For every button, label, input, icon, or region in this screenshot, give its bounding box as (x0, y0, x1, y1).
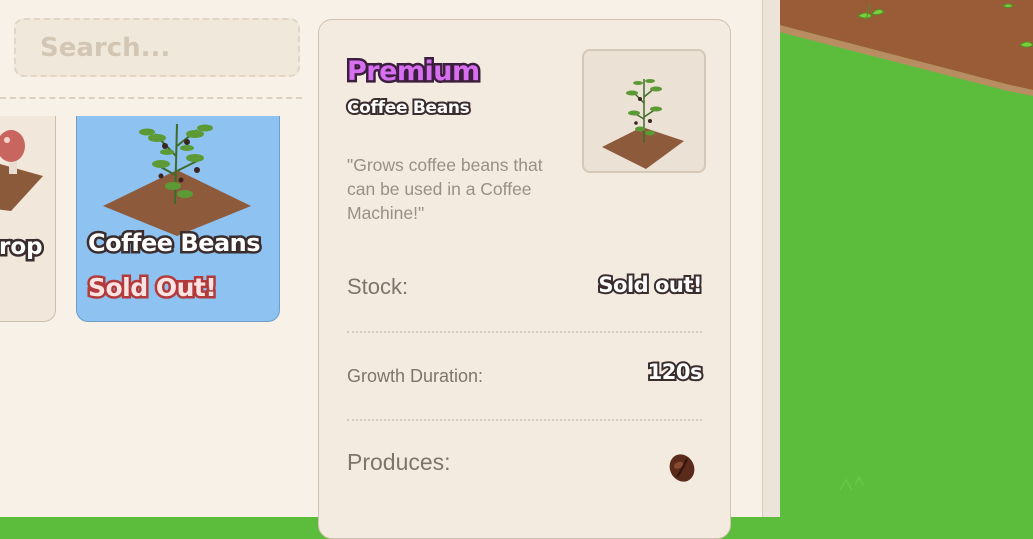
item-detail-panel: Premium Coffee Beans "Grows coffee beans… (318, 19, 731, 539)
search-placeholder: Search... (40, 33, 171, 63)
shop-item-name: Coffee Beans (85, 227, 263, 260)
item-description: "Grows coffee beans that can be used in … (347, 155, 543, 223)
item-preview-image (582, 49, 706, 173)
stock-value: Sold out! (596, 271, 704, 299)
produces-label: Produces: (347, 449, 451, 475)
row-divider (347, 419, 702, 421)
search-divider (0, 97, 302, 99)
coffee-plant-icon (602, 79, 684, 169)
row-divider (347, 331, 702, 333)
growth-duration-value: 120s (646, 358, 705, 386)
sold-out-badge: Sold Out! (85, 271, 219, 305)
shop-item-card-crop[interactable]: rop (0, 116, 56, 322)
mushroom-crop-icon (0, 130, 43, 211)
shop-item-card-coffee-beans[interactable]: Coffee Beans Sold Out! (76, 116, 280, 322)
growth-duration-label: Growth Duration: (347, 366, 484, 386)
stock-label: Stock: (347, 274, 409, 299)
item-name: Coffee Beans (345, 96, 472, 120)
rarity-label: Premium (345, 54, 483, 90)
search-input[interactable]: Search... (14, 18, 300, 77)
coffee-bean-icon (669, 454, 695, 482)
shop-item-name: rop (0, 232, 45, 263)
